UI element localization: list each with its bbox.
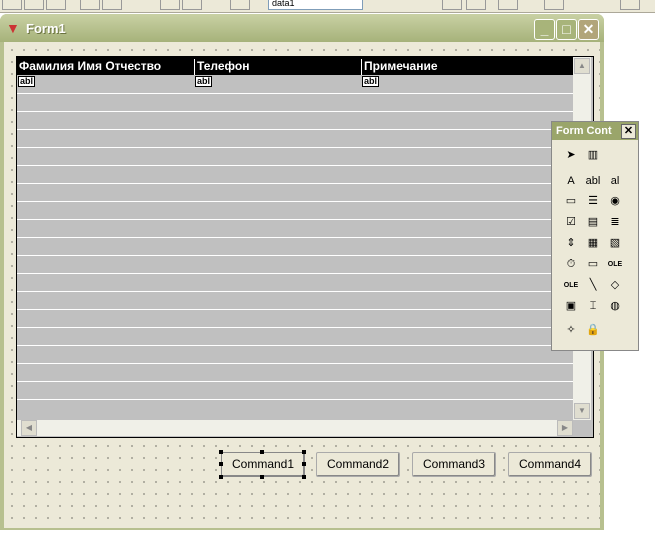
grid-row-line	[17, 165, 573, 166]
combobox-tool-icon[interactable]: ▤	[583, 213, 603, 232]
listbox-tool-icon[interactable]: ≣	[605, 213, 625, 232]
pointer-tool-icon[interactable]: ➤	[561, 146, 581, 165]
selection-handle[interactable]	[302, 475, 306, 479]
checkbox-tool-icon[interactable]: ☑	[561, 213, 581, 232]
window-title: Form1	[26, 21, 66, 36]
option-group-tool-icon[interactable]: ◉	[605, 192, 625, 211]
layout-icon[interactable]	[544, 0, 564, 10]
shape-tool-icon[interactable]: ◇	[605, 276, 625, 295]
grid-row-line	[17, 93, 573, 94]
line-tool-icon[interactable]: ╲	[583, 276, 603, 295]
grid-row-line	[17, 363, 573, 364]
command-group-tool-icon[interactable]: ☰	[583, 192, 603, 211]
command1-button[interactable]: Command1	[221, 452, 305, 477]
preview-icon[interactable]	[102, 0, 122, 10]
image-tool-icon[interactable]: ▧	[605, 234, 625, 253]
new-icon[interactable]	[2, 0, 22, 10]
selection-handle[interactable]	[302, 462, 306, 466]
selection-handle[interactable]	[260, 475, 264, 479]
grid-row-line	[17, 381, 573, 382]
cut-icon[interactable]	[160, 0, 180, 10]
save-icon[interactable]	[46, 0, 66, 10]
form-canvas[interactable]: Фамилия Имя Отчество Телефон Примечание …	[4, 42, 600, 528]
grid-tool-icon[interactable]: ▦	[583, 234, 603, 253]
selection-handle[interactable]	[219, 450, 223, 454]
form-controls-title[interactable]: Form Cont ✕	[552, 122, 638, 140]
horizontal-scrollbar[interactable]: ◀ ▶	[17, 420, 573, 436]
command3-button[interactable]: Command3	[412, 452, 496, 477]
grid-row-line	[17, 129, 573, 130]
grid-row-line	[17, 201, 573, 202]
separator-tool-icon[interactable]: ⌶	[583, 297, 603, 316]
command4-button[interactable]: Command4	[508, 452, 592, 477]
close-button[interactable]: ✕	[578, 19, 599, 40]
timer-tool-icon[interactable]: ⏱	[561, 255, 581, 274]
close-icon[interactable]: ✕	[621, 124, 636, 139]
form-controls-title-text: Form Cont	[556, 125, 612, 137]
textbox-icon: abl	[18, 76, 36, 87]
selection-handle[interactable]	[302, 450, 306, 454]
scroll-right-icon[interactable]: ▶	[557, 420, 573, 436]
textbox-icon: abl	[362, 76, 380, 87]
scroll-down-icon[interactable]: ▼	[574, 403, 590, 419]
grid-row-line	[17, 219, 573, 220]
button-lock-tool-icon[interactable]: 🔒	[583, 321, 603, 340]
grid-row-line	[17, 237, 573, 238]
print-icon[interactable]	[80, 0, 100, 10]
command-button-tool-icon[interactable]: ▭	[561, 192, 581, 211]
minimize-button[interactable]: _	[534, 19, 555, 40]
textbox-tool-icon[interactable]: abl	[583, 172, 603, 191]
grid-row-line	[17, 111, 573, 112]
scroll-up-icon[interactable]: ▲	[574, 58, 590, 74]
grid-header: Фамилия Имя Отчество Телефон Примечание	[17, 57, 573, 75]
grid-row-line	[17, 255, 573, 256]
ole-bound-tool-icon[interactable]: OLE	[561, 276, 581, 295]
scroll-left-icon[interactable]: ◀	[21, 420, 37, 436]
grid-row-line	[17, 273, 573, 274]
grid-row-line	[17, 399, 573, 400]
toolbar: data1	[0, 0, 655, 13]
copy-icon[interactable]	[182, 0, 202, 10]
data-grid[interactable]: Фамилия Имя Отчество Телефон Примечание …	[16, 56, 594, 438]
data-env-icon[interactable]	[466, 0, 486, 10]
label-tool-icon[interactable]: A	[561, 172, 581, 191]
grid-row-line	[17, 183, 573, 184]
fox-icon: ▼	[6, 20, 20, 36]
column-header-phone[interactable]: Телефон	[194, 59, 249, 75]
grid-row-line	[17, 345, 573, 346]
properties-icon[interactable]	[498, 0, 518, 10]
title-bar[interactable]: ▼ Form1 _ □ ✕	[0, 14, 604, 42]
datasource-combo[interactable]: data1	[268, 0, 363, 10]
column-header-note[interactable]: Примечание	[361, 59, 438, 75]
grid-row-line	[17, 309, 573, 310]
textbox-icon: abl	[195, 76, 213, 87]
grid-row-line	[17, 327, 573, 328]
grid-row-line	[17, 291, 573, 292]
form-controls-toolbar: Form Cont ✕ ➤ ▥ Aabl al ▭ ☰ ◉ ☑ ▤ ≣ ⇕ ▦ ▧ ⏱ ▭ OLE OLE ╲ ◇ ▣…	[551, 121, 639, 351]
run-icon[interactable]	[230, 0, 250, 10]
hyperlink-tool-icon[interactable]: ◍	[605, 297, 625, 316]
form-window: ▼ Form1 _ □ ✕ Фамилия Имя Отчество Телеф…	[0, 14, 604, 530]
selection-handle[interactable]	[260, 450, 264, 454]
maximize-button[interactable]: □	[556, 19, 577, 40]
container-tool-icon[interactable]: ▣	[561, 297, 581, 316]
grid-row-line	[17, 147, 573, 148]
pageframe-tool-icon[interactable]: ▭	[583, 255, 603, 274]
column-header-name[interactable]: Фамилия Имя Отчество	[17, 59, 161, 75]
selection-handle[interactable]	[219, 462, 223, 466]
form-icon[interactable]	[442, 0, 462, 10]
ole-container-tool-icon[interactable]: OLE	[605, 255, 625, 274]
help-icon[interactable]	[620, 0, 640, 10]
view-classes-tool-icon[interactable]: ▥	[583, 146, 603, 165]
open-icon[interactable]	[24, 0, 44, 10]
selection-handle[interactable]	[219, 475, 223, 479]
command2-button[interactable]: Command2	[316, 452, 400, 477]
builder-lock-tool-icon[interactable]: ✧	[561, 321, 581, 340]
editbox-tool-icon[interactable]: al	[605, 172, 625, 191]
spinner-tool-icon[interactable]: ⇕	[561, 234, 581, 253]
